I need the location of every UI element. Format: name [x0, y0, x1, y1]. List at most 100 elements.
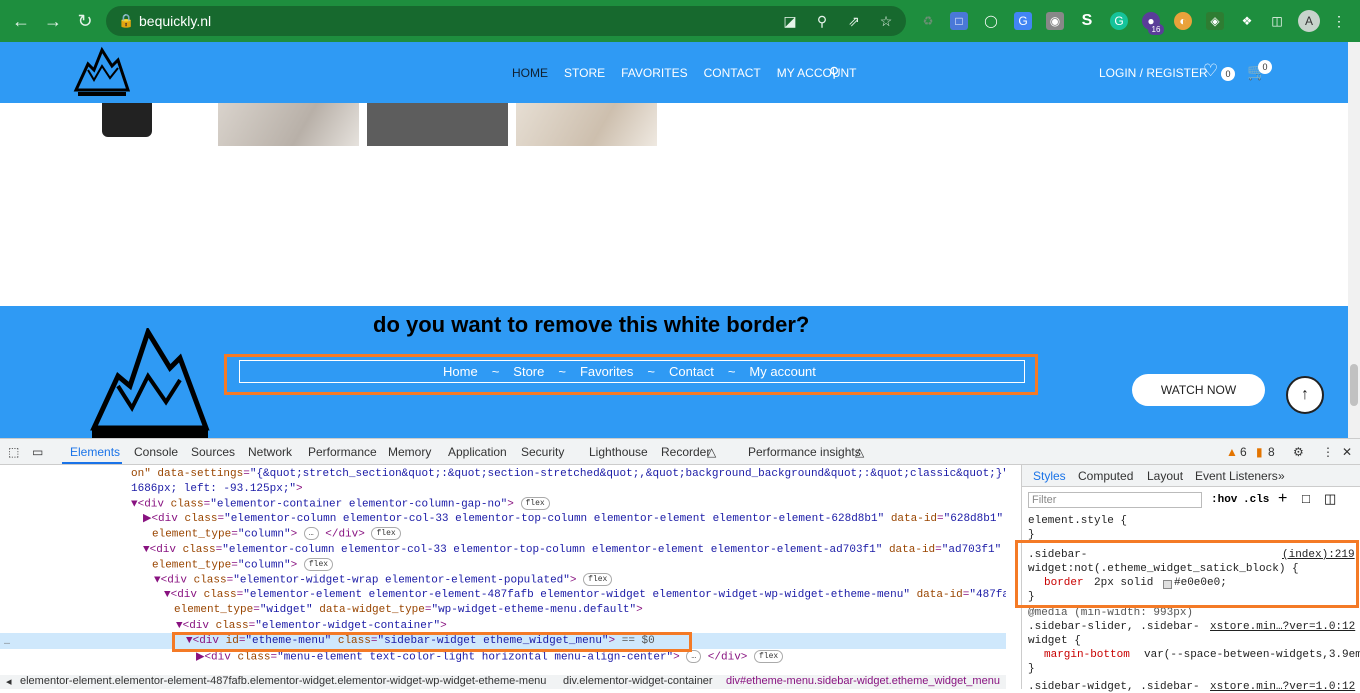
dom-line[interactable]: ▶<div class="elementor-column elementor-… [143, 512, 1006, 527]
tab-layout[interactable]: Layout [1147, 469, 1183, 483]
nav-store[interactable]: STORE [564, 66, 605, 80]
tab-styles[interactable]: Styles [1033, 469, 1066, 483]
tab-recorder[interactable]: Recorder [661, 445, 710, 459]
product-thumbnail[interactable] [516, 103, 657, 146]
dom-line[interactable]: element_type="widget" data-widget_type="… [174, 603, 643, 618]
sidepanel-icon[interactable]: ◫ [1268, 12, 1286, 30]
puzzle-extensions-icon[interactable]: ❖ [1238, 12, 1256, 30]
footer-link-home[interactable]: Home [443, 364, 478, 379]
footer-link-favorites[interactable]: Favorites [580, 364, 633, 379]
footer-logo-icon[interactable] [88, 328, 212, 438]
close-icon[interactable]: ✕ [1342, 445, 1352, 459]
s-extension-icon[interactable]: S [1078, 12, 1096, 30]
tab-elements[interactable]: Elements [70, 445, 120, 459]
rule-value[interactable]: var(--space-between-widgets,3.9em); [1144, 649, 1360, 661]
watch-now-button[interactable]: WATCH NOW [1132, 374, 1265, 406]
footer-link-store[interactable]: Store [513, 364, 544, 379]
dom-line[interactable]: 1686px; left: -93.125px;"> [131, 482, 303, 497]
dom-line[interactable]: element_type="column"> flex [152, 558, 334, 574]
inspect-element-icon[interactable]: ⬚ [8, 445, 19, 459]
tab-console[interactable]: Console [134, 445, 178, 459]
breadcrumb-item[interactable]: elementor-element.elementor-element-487f… [20, 675, 546, 687]
gear-icon[interactable]: ⚙ [1293, 445, 1304, 459]
hov-toggle[interactable]: :hov [1211, 494, 1237, 506]
tab-application[interactable]: Application [448, 445, 507, 459]
nav-home[interactable]: HOME [512, 66, 548, 80]
forward-icon[interactable]: → [42, 10, 64, 32]
breadcrumb-back-icon[interactable]: ◂ [6, 675, 12, 688]
nav-favorites[interactable]: FAVORITES [621, 66, 687, 80]
nav-my-account[interactable]: MY ACCOUNT [777, 66, 857, 80]
dom-line[interactable]: ▶<div class="menu-element text-color-lig… [196, 650, 784, 666]
footer-menu: Home ~ Store ~ Favorites ~ Contact ~ My acco… [443, 364, 816, 379]
nav-contact[interactable]: CONTACT [704, 66, 761, 80]
footer-link-contact[interactable]: Contact [669, 364, 714, 379]
rule-selector[interactable]: .sidebar-widget, .sidebar- [1028, 681, 1200, 693]
menu-kebab-icon[interactable]: ⋮ [1330, 12, 1348, 30]
tab-performance[interactable]: Performance [308, 445, 377, 459]
rule-property[interactable]: margin-bottom [1044, 649, 1130, 661]
colorful-extension-icon[interactable]: ◐ [1174, 12, 1192, 30]
map-extension-icon[interactable]: ◈ [1206, 12, 1224, 30]
camera-extension-icon[interactable]: ◉ [1046, 12, 1064, 30]
more-tabs-icon[interactable]: » [1278, 469, 1285, 483]
bequickly-logo-icon[interactable] [72, 46, 130, 100]
device-toolbar-icon[interactable]: ▭ [32, 445, 43, 459]
breadcrumb-item[interactable]: div.elementor-widget-container [563, 675, 713, 687]
recycle-extension-icon[interactable]: ♻ [919, 12, 937, 30]
tab-computed[interactable]: Computed [1078, 469, 1133, 483]
reload-icon[interactable]: ↻ [74, 10, 96, 32]
rule-selector[interactable]: .sidebar-slider, .sidebar- [1028, 621, 1200, 633]
avatar[interactable]: A [1298, 10, 1320, 32]
styles-tabbar: Styles Computed Layout Event Listeners » [1022, 465, 1360, 487]
rule-selector-continued[interactable]: widget { [1028, 635, 1081, 647]
more-icon[interactable]: ⋮ [1322, 445, 1334, 459]
tab-performance-insights[interactable]: Performance insights [748, 445, 861, 459]
styles-filter-input[interactable]: Filter [1028, 492, 1202, 508]
address-bar[interactable]: 🔒 bequickly.nl ◪ ⚲ ⇗ ☆ [106, 6, 906, 36]
globe-extension-icon[interactable]: ◯ [982, 12, 1000, 30]
tab-lighthouse[interactable]: Lighthouse [589, 445, 648, 459]
dom-line[interactable]: ▼<div class="elementor-widget-wrap eleme… [154, 573, 613, 589]
issues-icon[interactable]: ▮ [1256, 445, 1263, 459]
document-extension-icon[interactable]: □ [950, 12, 968, 30]
product-thumbnail[interactable] [367, 103, 508, 146]
breadcrumb-item[interactable]: div#etheme-menu.sidebar-widget.etheme_wi… [726, 675, 1000, 687]
toggle-sidebar-icon[interactable]: ◫ [1324, 491, 1336, 507]
ellipsis-icon[interactable]: … [4, 635, 10, 650]
element-style-rule[interactable]: element.style { [1028, 515, 1127, 527]
dom-line[interactable]: element_type="column"> … </div> flex [152, 527, 401, 543]
tab-security[interactable]: Security [521, 445, 564, 459]
dom-line[interactable]: on" data-settings="{&quot;stretch_sectio… [131, 467, 1006, 482]
warning-icon[interactable]: ▲ [1226, 445, 1238, 459]
cls-toggle[interactable]: .cls [1243, 494, 1269, 506]
wishlist-heart-icon[interactable]: ♡ [1203, 61, 1218, 81]
extension-badge: 16 [1148, 24, 1164, 35]
share-icon[interactable]: ⇗ [846, 13, 862, 29]
scrollbar-thumb[interactable] [1350, 364, 1358, 406]
dom-line[interactable]: ▼<div class="elementor-column elementor-… [143, 543, 1006, 558]
grammarly-extension-icon[interactable]: G [1110, 12, 1128, 30]
add-rule-icon[interactable]: + [1278, 490, 1287, 508]
login-register-link[interactable]: LOGIN / REGISTER [1099, 66, 1208, 80]
tab-network[interactable]: Network [248, 445, 292, 459]
dom-line[interactable]: ▼<div class="elementor-element elementor… [164, 588, 1006, 603]
footer-link-my-account[interactable]: My account [749, 364, 815, 379]
tab-memory[interactable]: Memory [388, 445, 431, 459]
bookmark-star-icon[interactable]: ☆ [878, 13, 894, 29]
back-icon[interactable]: ← [10, 10, 32, 32]
product-thumbnail[interactable] [218, 103, 359, 146]
rule-source-link[interactable]: xstore.min…?ver=1.0:12 [1210, 681, 1355, 693]
tab-sources[interactable]: Sources [191, 445, 235, 459]
rule-source-link[interactable]: xstore.min…?ver=1.0:12 [1210, 621, 1355, 633]
translate-icon[interactable]: ◪ [782, 13, 798, 29]
dom-line[interactable]: ▼<div class="elementor-container element… [131, 497, 550, 513]
product-image-dark[interactable] [102, 103, 152, 137]
tab-event-listeners[interactable]: Event Listeners [1195, 469, 1278, 483]
google-translate-extension-icon[interactable]: G [1014, 12, 1032, 30]
scroll-top-arrow-icon[interactable]: ↑ [1286, 376, 1324, 414]
page-scrollbar[interactable] [1348, 42, 1360, 438]
paint-icon[interactable]: □ [1302, 491, 1310, 506]
zoom-icon[interactable]: ⚲ [814, 13, 830, 29]
search-icon[interactable]: ⚲ [829, 64, 839, 81]
